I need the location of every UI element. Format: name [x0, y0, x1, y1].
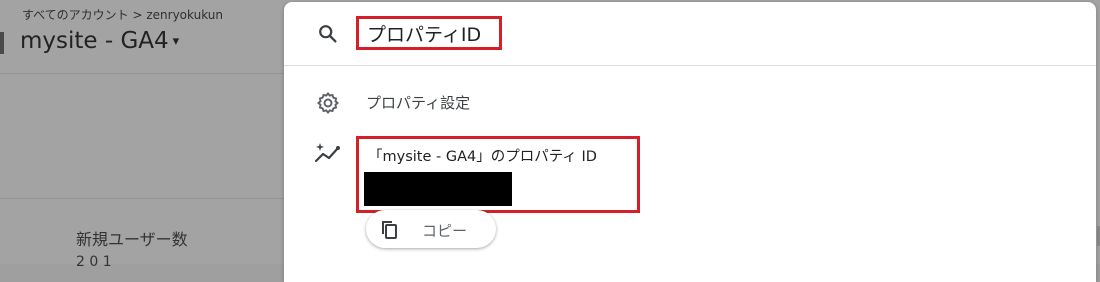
- header-divider: [0, 73, 290, 74]
- search-divider: [284, 65, 1096, 66]
- metric-value: 2 0 1: [76, 254, 112, 270]
- search-icon[interactable]: [317, 23, 339, 45]
- copy-label: コピー: [422, 222, 468, 240]
- search-panel: プロパティ設定 「mysite - GA4」のプロパティ ID コピー: [284, 2, 1096, 282]
- caret-down-icon: ▾: [172, 34, 180, 49]
- result-property-settings[interactable]: プロパティ設定: [284, 86, 1096, 120]
- result-property-id[interactable]: 「mysite - GA4」のプロパティ ID: [284, 132, 1096, 213]
- copy-button[interactable]: コピー: [366, 210, 496, 248]
- search-bar: [284, 2, 1096, 65]
- gear-icon: [316, 91, 340, 115]
- sparkle-chart-icon: [314, 143, 340, 163]
- property-title: mysite - GA4: [20, 28, 169, 54]
- breadcrumb[interactable]: すべてのアカウント > zenryokukun: [22, 6, 223, 23]
- section-divider: [0, 198, 290, 199]
- property-settings-label: プロパティ設定: [366, 94, 471, 112]
- property-id-value-redacted: [364, 172, 512, 206]
- property-id-highlight: 「mysite - GA4」のプロパティ ID: [356, 136, 640, 213]
- property-id-label: 「mysite - GA4」のプロパティ ID: [368, 149, 597, 165]
- property-selector[interactable]: mysite - GA4 ▾: [20, 28, 179, 54]
- app-rail-edge: [0, 32, 4, 54]
- search-input[interactable]: [356, 16, 502, 50]
- metric-label: 新規ユーザー数: [76, 230, 188, 249]
- copy-icon: [382, 221, 397, 239]
